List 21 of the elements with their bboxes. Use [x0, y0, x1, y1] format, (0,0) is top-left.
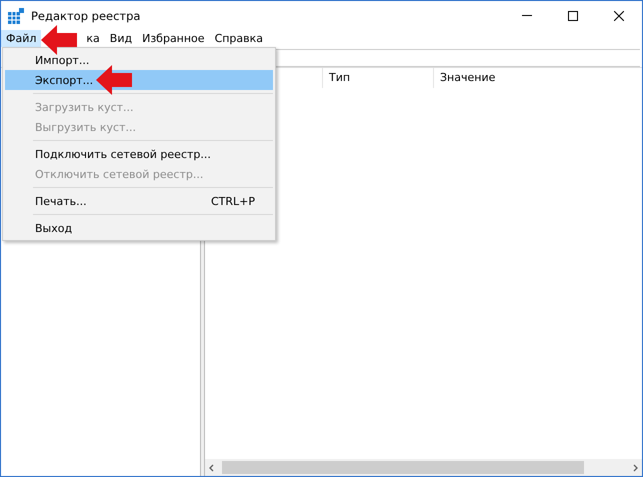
menu-item[interactable]: Выход [5, 218, 273, 238]
pointer-arrow [96, 65, 132, 95]
menu-item[interactable]: Экспорт... [5, 70, 273, 90]
menu-item[interactable]: Подключить сетевой реестр... [5, 144, 273, 164]
column-header[interactable]: Значение [433, 68, 640, 88]
pointer-arrow [41, 25, 77, 55]
minimize-icon [522, 15, 532, 16]
window-title: Редактор реестра [31, 8, 142, 22]
close-icon [614, 10, 624, 20]
menu-item[interactable]: Печать... CTRL+P [5, 191, 273, 211]
menu-item[interactable]: Избранное [137, 30, 210, 47]
column-header[interactable]: Тип [322, 68, 433, 88]
shortcut-label: CTRL+P [210, 194, 255, 208]
menu-item[interactable]: Вид [104, 30, 138, 47]
menu-item[interactable]: Импорт... [5, 50, 273, 70]
menu-item[interactable]: Файл [1, 30, 42, 47]
horizontal-scrollbar[interactable] [205, 459, 642, 476]
registry-icon [8, 8, 24, 24]
menu-item[interactable]: Справка [210, 30, 268, 47]
maximize-icon [568, 10, 578, 20]
menu-item[interactable]: ка [81, 30, 105, 47]
